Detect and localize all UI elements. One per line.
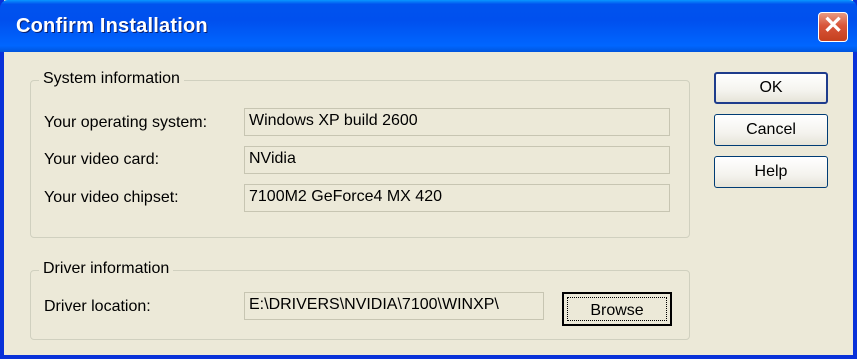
close-icon: ✕ bbox=[822, 12, 844, 39]
close-button[interactable]: ✕ bbox=[818, 12, 848, 42]
video-card-label: Your video card: bbox=[44, 151, 160, 168]
os-value: Windows XP build 2600 bbox=[244, 108, 670, 136]
browse-button-label: Browse bbox=[567, 297, 667, 321]
cancel-button[interactable]: Cancel bbox=[714, 114, 828, 146]
driver-location-label: Driver location: bbox=[44, 298, 151, 315]
dialog-content: System information Your operating system… bbox=[4, 52, 853, 355]
title-bar: Confirm Installation ✕ bbox=[0, 0, 857, 52]
video-chipset-label: Your video chipset: bbox=[44, 189, 179, 206]
video-chipset-value: 7100M2 GeForce4 MX 420 bbox=[244, 184, 670, 212]
driver-information-title: Driver information bbox=[39, 260, 174, 278]
help-button[interactable]: Help bbox=[714, 156, 828, 188]
window-title: Confirm Installation bbox=[16, 15, 208, 37]
ok-button[interactable]: OK bbox=[714, 72, 828, 104]
driver-location-value: E:\DRIVERS\NVIDIA\7100\WINXP\ bbox=[244, 292, 544, 320]
system-information-title: System information bbox=[39, 70, 184, 88]
os-label: Your operating system: bbox=[44, 114, 208, 131]
video-card-value: NVidia bbox=[244, 146, 670, 174]
browse-button[interactable]: Browse bbox=[562, 292, 672, 326]
confirm-installation-dialog: Confirm Installation ✕ System informatio… bbox=[0, 0, 857, 359]
